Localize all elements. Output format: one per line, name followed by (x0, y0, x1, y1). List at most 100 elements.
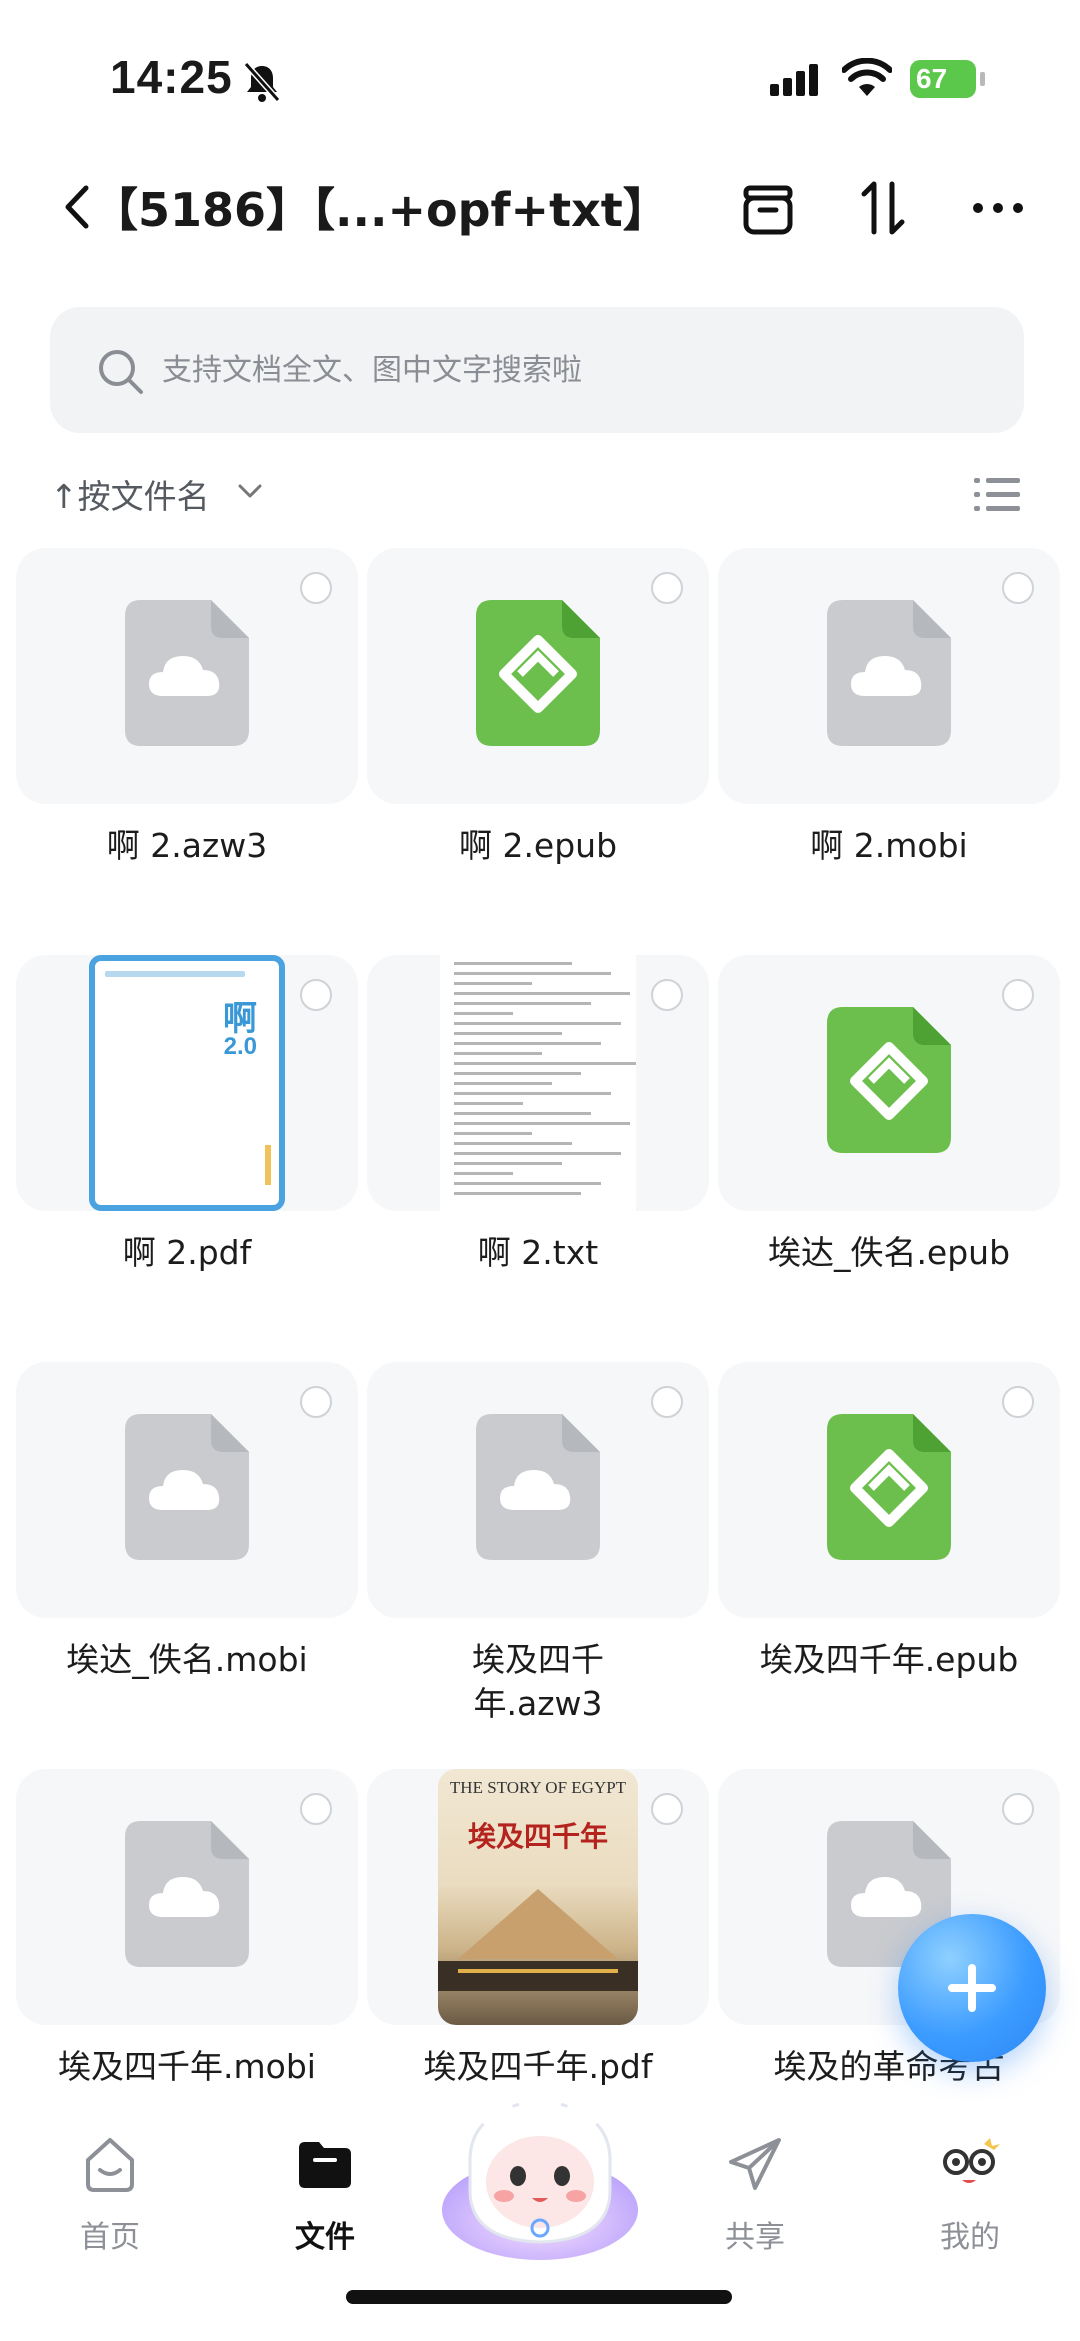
home-icon (86, 2138, 134, 2192)
search-bar[interactable] (50, 307, 1024, 433)
select-checkbox[interactable] (651, 979, 683, 1011)
archive-icon[interactable] (740, 178, 796, 238)
select-checkbox[interactable] (300, 979, 332, 1011)
select-checkbox[interactable] (651, 1793, 683, 1825)
search-icon (99, 350, 143, 394)
nav-item-home[interactable]: 首页 (35, 2132, 185, 2262)
file-name-line1: 埃及四千 (472, 1640, 604, 1679)
epub-file-icon (827, 1414, 951, 1560)
nav-item-me[interactable]: 我的 (895, 2132, 1045, 2262)
select-checkbox[interactable] (651, 1386, 683, 1418)
text-line (454, 1132, 533, 1135)
text-line (454, 1162, 562, 1165)
cloud-file-icon (125, 600, 249, 746)
page-title: 【5186】【...+opf+txt】 (92, 183, 669, 237)
back-icon[interactable] (60, 180, 94, 234)
sort-by-name-button[interactable]: ↑按文件名 (50, 470, 210, 518)
file-card[interactable] (367, 1362, 709, 1618)
pyramid-illustration (458, 1889, 618, 1959)
text-line (454, 1152, 621, 1155)
file-name: 埃及四千年.epub (759, 1640, 1019, 1679)
battery-level: 67 (910, 60, 976, 98)
text-line (454, 1142, 572, 1145)
file-card[interactable] (16, 1362, 358, 1618)
search-input[interactable] (162, 307, 982, 433)
file-card[interactable] (16, 1769, 358, 2025)
text-line (454, 1042, 601, 1045)
nav-label-files: 文件 (295, 2220, 355, 2255)
file-name: 埃及四千年.azw3 (367, 1638, 709, 1726)
select-checkbox[interactable] (1002, 979, 1034, 1011)
header: 【5186】【...+opf+txt】 (0, 150, 1080, 280)
bottom-nav: 首页 文件 共享 我的 (0, 2076, 1080, 2341)
text-line (454, 992, 631, 995)
nav-item-share[interactable]: 共享 (680, 2132, 830, 2262)
file-name: 啊 2.pdf (122, 1233, 252, 1272)
file-name-line2: 年.azw3 (473, 1684, 603, 1723)
text-line (454, 1052, 543, 1055)
text-line (454, 1092, 611, 1095)
file-card[interactable] (718, 955, 1060, 1211)
text-line (454, 1102, 523, 1105)
file-card[interactable] (718, 548, 1060, 804)
mascot-ai-assistant-icon[interactable] (440, 2070, 640, 2270)
nav-item-files[interactable]: 文件 (250, 2132, 400, 2262)
cover-version: 2.0 (223, 1033, 257, 1060)
add-button[interactable] (898, 1914, 1046, 2062)
cover-band (438, 1961, 638, 1991)
file-name: 埃达_佚名.mobi (66, 1640, 308, 1679)
bell-off-icon (243, 62, 281, 102)
select-checkbox[interactable] (300, 1386, 332, 1418)
wifi-icon (842, 58, 892, 96)
text-line (454, 1072, 582, 1075)
file-name: 啊 2.txt (477, 1233, 599, 1272)
sort-row: ↑按文件名 (50, 470, 1024, 520)
text-line (454, 1192, 582, 1195)
sort-order-icon[interactable] (858, 178, 908, 238)
text-line (454, 962, 572, 965)
text-line (454, 1182, 601, 1185)
book-cover-thumbnail: THE STORY OF EGYPT 埃及四千年 (438, 1769, 638, 2025)
profile-face-icon (943, 2138, 1000, 2183)
file-card[interactable]: THE STORY OF EGYPT 埃及四千年 (367, 1769, 709, 2025)
file-card[interactable] (718, 1362, 1060, 1618)
battery-icon: 67 (910, 60, 986, 100)
file-name: 啊 2.epub (458, 826, 618, 865)
cover-title-en: THE STORY OF EGYPT (449, 1778, 627, 1797)
text-line (454, 1172, 513, 1175)
file-card[interactable] (367, 955, 709, 1211)
file-name: 埃及四千年.mobi (58, 2047, 316, 2086)
select-checkbox[interactable] (651, 572, 683, 604)
folder-icon (299, 2142, 351, 2188)
select-checkbox[interactable] (300, 1793, 332, 1825)
text-line (454, 1012, 513, 1015)
chevron-down-icon[interactable] (236, 480, 264, 502)
paper-plane-icon (729, 2138, 781, 2190)
cloud-file-icon (476, 1414, 600, 1560)
select-checkbox[interactable] (1002, 1793, 1034, 1825)
battery-tip (980, 72, 985, 86)
cloud-file-icon (125, 1821, 249, 1967)
file-name: 埃达_佚名.epub (767, 1233, 1011, 1272)
signal-icon (770, 64, 818, 96)
file-card[interactable] (367, 548, 709, 804)
text-line (454, 1082, 552, 1085)
cover-title-cn: 埃及四千年 (467, 1820, 608, 1853)
text-line (454, 1122, 631, 1125)
text-line (454, 1062, 636, 1065)
file-card[interactable]: 啊 2.0 (16, 955, 358, 1211)
text-line (454, 972, 611, 975)
select-checkbox[interactable] (300, 572, 332, 604)
select-checkbox[interactable] (1002, 572, 1034, 604)
file-name: 啊 2.mobi (810, 826, 968, 865)
more-icon[interactable] (970, 198, 1026, 218)
plus-icon-vertical (968, 1964, 976, 2012)
status-time: 14:25 (110, 51, 233, 103)
select-checkbox[interactable] (1002, 1386, 1034, 1418)
txt-preview-thumbnail (440, 955, 636, 1211)
file-name: 啊 2.azw3 (106, 826, 268, 865)
list-view-icon[interactable] (974, 474, 1020, 514)
epub-file-icon (827, 1007, 951, 1153)
file-card[interactable] (16, 548, 358, 804)
status-bar: 14:25 67 (0, 0, 1080, 150)
